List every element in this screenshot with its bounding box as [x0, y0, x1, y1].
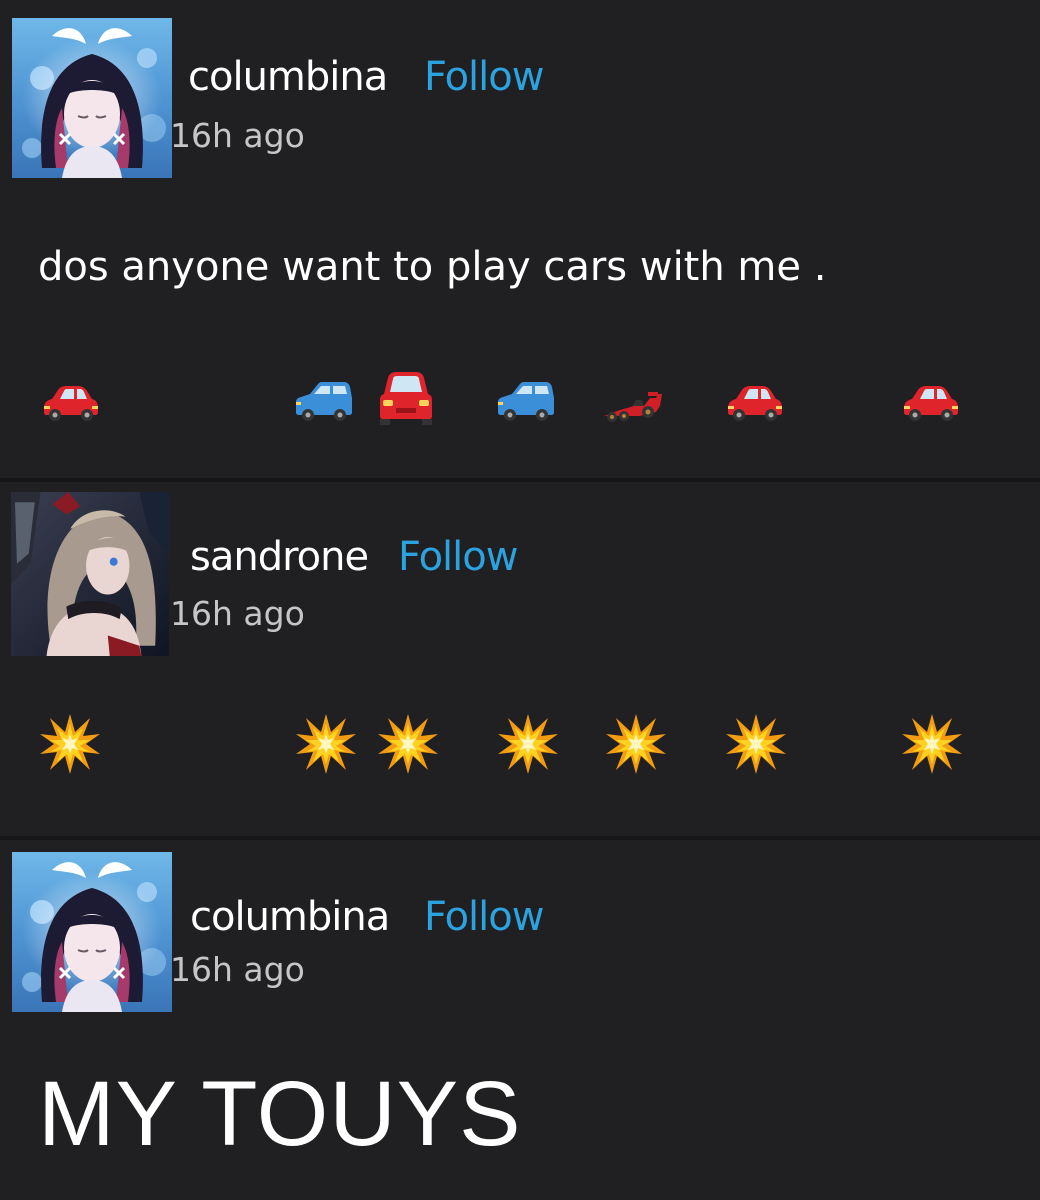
- collision-icon: [724, 712, 788, 776]
- post-text: dos anyone want to play cars with me .: [38, 244, 827, 290]
- collision-icon: [496, 712, 560, 776]
- post-1: columbina Follow 16h ago dos anyone want…: [0, 0, 1040, 478]
- red-car-icon: [38, 368, 102, 432]
- red-car-icon: [898, 368, 962, 432]
- collision-icon: [900, 712, 964, 776]
- collision-icon: [604, 712, 668, 776]
- follow-button[interactable]: Follow: [424, 54, 544, 100]
- timestamp: 16h ago: [170, 116, 305, 155]
- follow-button[interactable]: Follow: [424, 894, 544, 940]
- follow-button[interactable]: Follow: [398, 534, 518, 580]
- collision-icon: [294, 712, 358, 776]
- red-car-front-icon: [374, 364, 438, 428]
- post-text: MY TOUYS: [38, 1063, 522, 1165]
- post-2: sandrone Follow 16h ago: [0, 482, 1040, 836]
- avatar[interactable]: [11, 492, 169, 656]
- username[interactable]: sandrone: [190, 534, 369, 580]
- avatar[interactable]: [12, 18, 172, 178]
- blue-car-icon: [494, 368, 558, 432]
- collision-icon: [38, 712, 102, 776]
- timestamp: 16h ago: [170, 950, 305, 989]
- red-car-icon: [722, 368, 786, 432]
- race-car-icon: [600, 372, 664, 436]
- collision-icon: [376, 712, 440, 776]
- username[interactable]: columbina: [188, 54, 388, 100]
- username[interactable]: columbina: [190, 894, 390, 940]
- timestamp: 16h ago: [170, 594, 305, 633]
- avatar[interactable]: [12, 852, 172, 1012]
- blue-car-icon: [292, 368, 356, 432]
- post-3: columbina Follow 16h ago MY TOUYS: [0, 840, 1040, 1200]
